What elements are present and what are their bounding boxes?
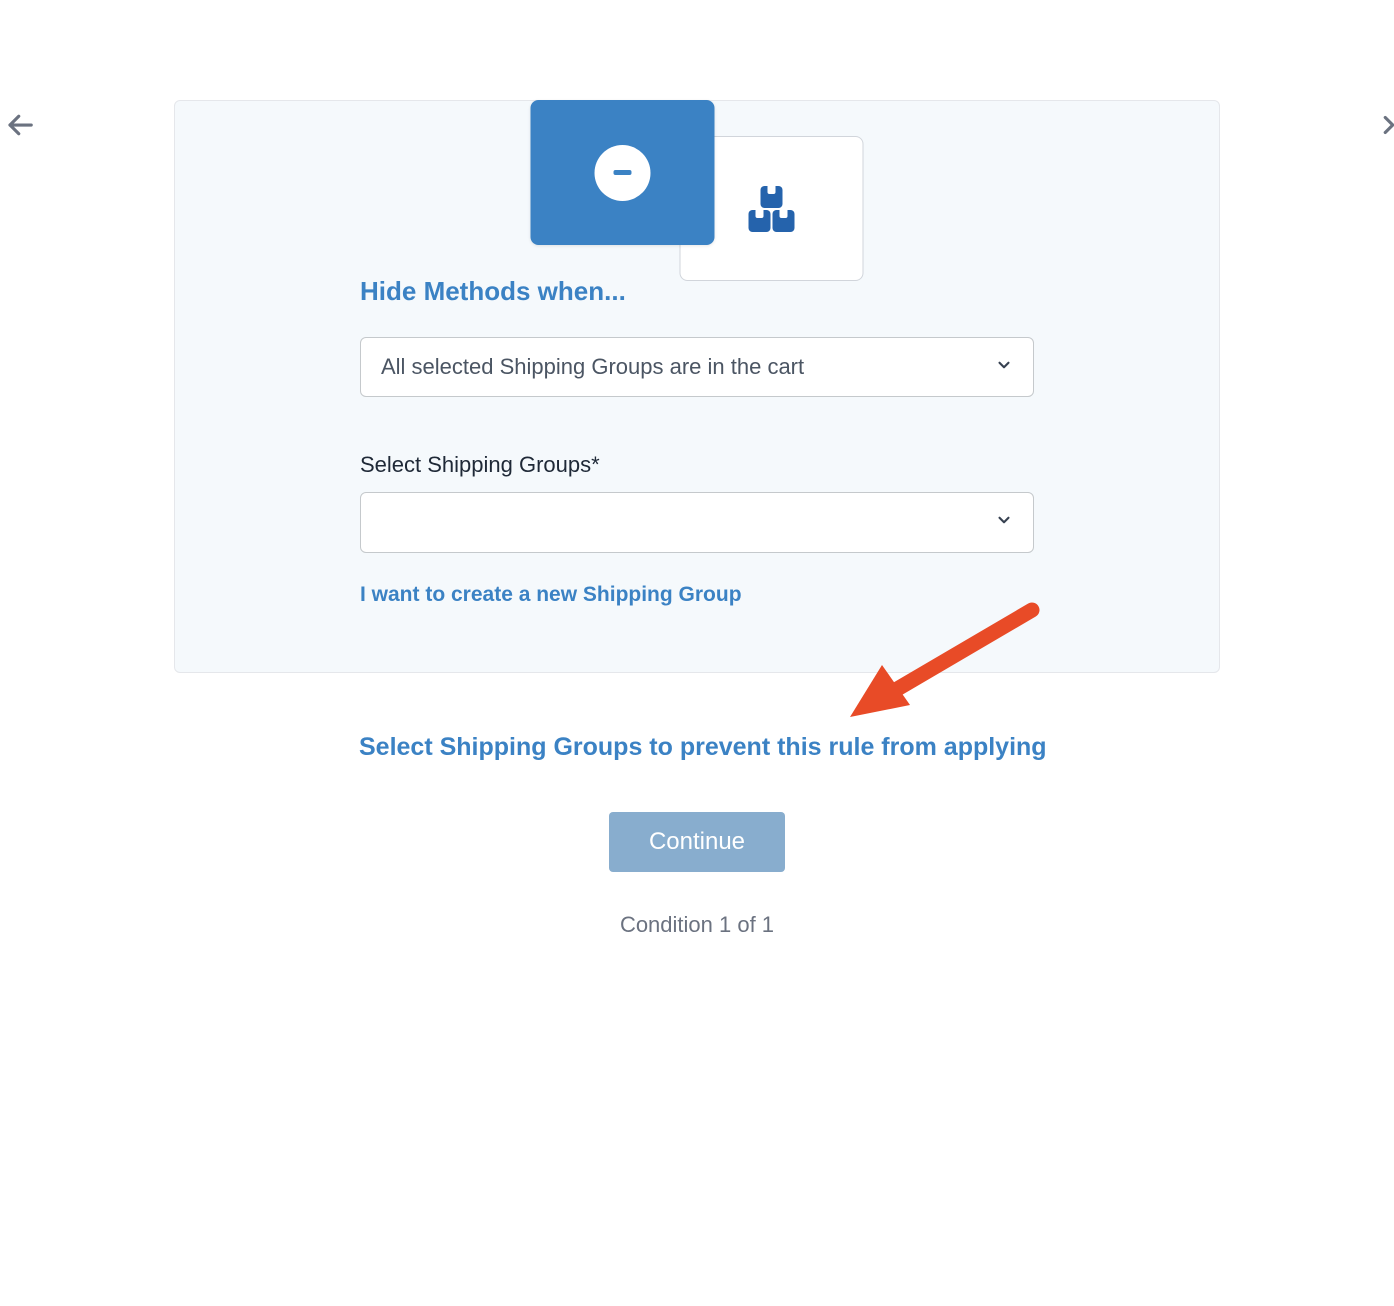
icon-cards-group <box>531 100 864 281</box>
back-button[interactable] <box>5 110 35 140</box>
hide-rule-card <box>531 100 715 245</box>
condition-counter: Condition 1 of 1 <box>174 912 1220 938</box>
groups-label: Select Shipping Groups* <box>360 452 1034 478</box>
chevron-down-icon <box>995 511 1013 534</box>
boxes-icon <box>744 181 800 237</box>
main-container: Hide Methods when... All selected Shippi… <box>174 100 1220 938</box>
condition-dropdown-value: All selected Shipping Groups are in the … <box>381 354 804 380</box>
condition-dropdown[interactable]: All selected Shipping Groups are in the … <box>360 337 1034 397</box>
minus-circle-icon <box>595 145 651 201</box>
shipping-groups-dropdown[interactable] <box>360 492 1034 553</box>
chevron-down-icon <box>995 356 1013 379</box>
continue-button[interactable]: Continue <box>609 812 785 872</box>
exclusion-section-header: Select Shipping Groups to prevent this r… <box>174 733 1220 762</box>
create-shipping-group-link[interactable]: I want to create a new Shipping Group <box>360 583 742 607</box>
forward-button[interactable] <box>1374 110 1394 140</box>
